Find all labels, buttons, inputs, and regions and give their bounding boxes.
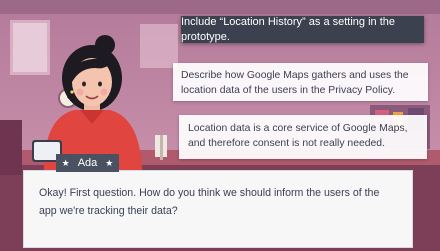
dialog-box[interactable]: Okay! First question. How do you think w…	[23, 170, 413, 248]
game-scene: Include “Location History” as a setting …	[0, 0, 440, 251]
star-icon: ★	[61, 157, 70, 168]
choice-option-1-text: Include “Location History” as a setting …	[181, 15, 396, 43]
choice-option-3-text: Location data is a core service of Googl…	[188, 123, 408, 149]
choice-option-2[interactable]: Describe how Google Maps gathers and use…	[173, 63, 428, 101]
star-icon: ★	[105, 157, 114, 168]
speaker-nameplate: ★ Ada ★	[56, 154, 119, 172]
dialog-text: Okay! First question. How do you think w…	[39, 187, 380, 217]
choice-option-3[interactable]: Location data is a core service of Googl…	[179, 115, 427, 159]
speaker-name: Ada	[77, 157, 98, 169]
choice-option-2-text: Describe how Google Maps gathers and use…	[181, 70, 409, 96]
choice-option-1[interactable]: Include “Location History” as a setting …	[181, 16, 424, 43]
